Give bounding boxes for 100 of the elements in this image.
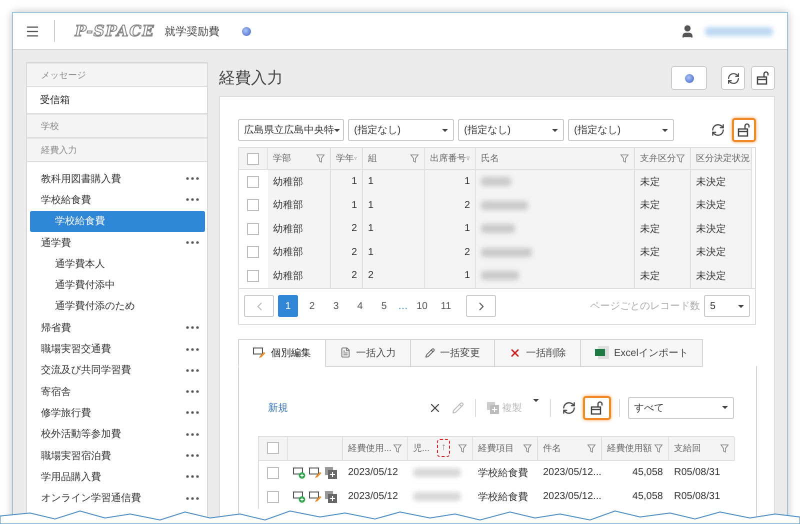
page-button[interactable]: 1 [278,295,298,317]
unlock-button[interactable] [751,66,775,90]
globe-icon[interactable] [242,26,251,36]
blurred-text [705,26,773,36]
column-header[interactable]: 経費項目 [473,436,538,460]
filter-select[interactable]: (指定なし) [458,119,564,141]
more-icon[interactable] [186,241,199,244]
row-checkbox[interactable] [267,490,279,502]
records-per-page-label: ページごとのレコード数 [590,300,700,313]
edit-row-icon[interactable] [253,346,266,358]
sidebar-subitem[interactable]: 通学費付添のため [30,296,205,318]
blurred-text [481,271,519,280]
table-cell: 1 [363,217,425,240]
more-icon[interactable] [186,496,199,500]
sidebar-item[interactable]: 帰省費 [27,317,79,338]
unlock-button[interactable] [732,118,756,142]
sidebar-item[interactable]: 校外活動等参加費 [27,424,129,445]
row-checkbox[interactable] [247,176,259,188]
tab[interactable]: 一括削除 [494,338,580,366]
sidebar-subitem[interactable]: 通学費本人 [30,253,205,274]
edit-row-icon[interactable] [309,490,322,502]
row-checkbox[interactable] [247,222,259,235]
filter-icon[interactable] [458,444,467,452]
filter-icon[interactable] [720,444,729,452]
table-cell: 1 [425,217,476,240]
more-icon[interactable] [186,368,199,372]
more-icon[interactable] [186,411,199,414]
user-icon[interactable] [680,24,695,38]
column-header[interactable]: 区分決定状況 [691,148,752,170]
row-checkbox[interactable] [247,246,259,258]
row-checkbox[interactable] [247,199,259,212]
row-checkbox[interactable] [267,466,279,478]
column-header[interactable]: 学年 [331,148,363,170]
column-header[interactable]: 経費使用... [343,436,408,460]
sidebar-item[interactable]: 寄宿舎 [27,380,79,402]
document-icon [340,347,351,358]
filter-icon[interactable] [676,154,685,163]
more-icon[interactable] [186,454,199,457]
sidebar-item[interactable]: 学校給食費 [27,189,99,211]
add-row-icon[interactable] [293,490,306,502]
unlock-button[interactable] [583,396,611,420]
tab[interactable]: Excelインポート [580,338,704,366]
column-header[interactable]: 経費使用額 [602,436,669,460]
column-header[interactable]: 氏名 [476,148,635,170]
sidebar-item[interactable]: オンライン学習通信費 [27,487,149,509]
more-icon[interactable] [186,475,199,478]
globe-icon [684,74,694,82]
duplicate-icon[interactable] [325,490,337,502]
refresh-icon [726,72,740,84]
filter-icon[interactable] [523,444,532,452]
view-select[interactable]: すべて [628,396,734,418]
column-header[interactable]: 件名 [538,436,602,460]
more-icon[interactable] [186,348,199,351]
duplicate-icon[interactable] [325,466,337,478]
filter-icon[interactable] [620,154,629,163]
filter-select[interactable]: (指定なし) [568,119,674,141]
tab[interactable]: 個別編集 [238,338,325,366]
sidebar-item[interactable]: 職場実習交通費 [27,338,119,360]
more-icon[interactable] [186,326,199,330]
add-row-icon[interactable] [293,466,306,478]
app-name: 就学奨励費 [164,24,220,38]
sidebar-subitem[interactable]: 通学費付添中 [30,274,205,296]
row-checkbox[interactable] [247,270,259,282]
new-link[interactable]: 新規 [268,400,288,414]
column-header[interactable]: 支弁区分 [635,148,691,170]
select-all-checkbox[interactable] [247,152,259,164]
filter-icon[interactable] [393,444,402,452]
column-header[interactable]: 出席番号 [425,148,476,170]
sidebar-item[interactable]: 通学費 [27,232,79,254]
table-cell: 2 [425,240,476,264]
sidebar-item[interactable]: 教科用図書購入費 [27,168,129,190]
column-header[interactable]: 組 [363,148,425,170]
select-all-checkbox[interactable] [267,442,279,454]
more-icon[interactable] [186,198,199,202]
sidebar-subitem[interactable]: 学校給食費 [30,210,205,232]
table-cell: 未決定 [691,264,752,288]
filter-icon[interactable] [654,444,663,452]
sidebar-item[interactable]: 学用品購入費 [27,466,109,488]
filter-icon[interactable] [587,444,596,452]
column-header[interactable]: 児... ↑ [408,436,473,460]
filter-icon[interactable] [410,154,419,163]
refresh-button[interactable] [721,66,745,90]
more-icon[interactable] [186,177,199,180]
filter-icon[interactable] [316,154,325,163]
edit-row-icon[interactable] [309,466,322,478]
records-per-page-select[interactable]: 5 [704,295,750,317]
column-header[interactable]: 支給回 [669,436,735,460]
menu-icon[interactable] [25,24,40,38]
more-icon[interactable] [186,390,199,394]
tab[interactable]: 一括変更 [410,338,494,366]
sidebar-item[interactable]: 修学旅行費 [27,402,99,424]
column-header[interactable]: 学部 [268,148,331,170]
sidebar-item[interactable]: 交流及び共同学習費 [27,360,139,381]
language-button[interactable] [671,66,707,90]
table-cell: 1 [363,240,425,264]
tab[interactable]: 一括入力 [325,338,410,366]
sidebar-item[interactable]: 職場実習宿泊費 [27,444,119,466]
more-icon[interactable] [186,432,199,436]
filter-select[interactable]: 広島県立広島中央特 [238,119,344,141]
filter-select[interactable]: (指定なし) [348,119,454,141]
